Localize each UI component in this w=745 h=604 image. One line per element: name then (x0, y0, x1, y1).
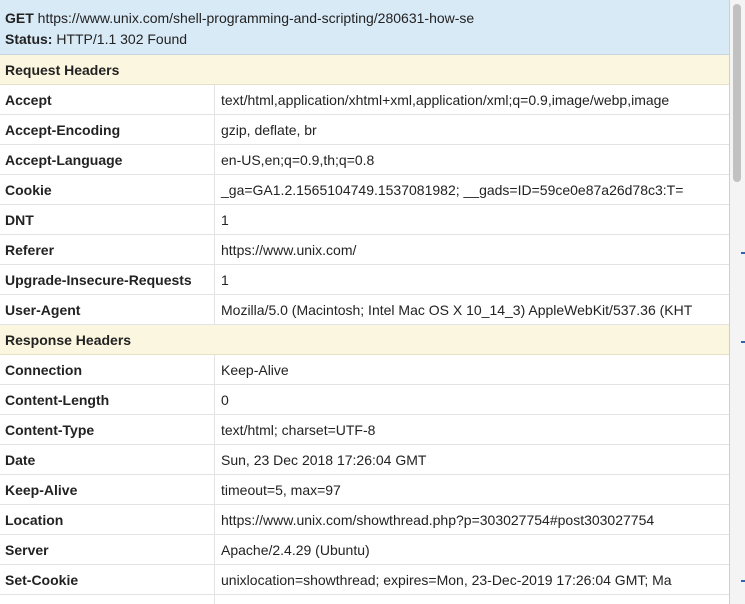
response-headers-table: Connection Keep-Alive Content-Length 0 Conte… (0, 355, 729, 595)
header-name: Content-Length (0, 385, 215, 414)
vertical-scrollbar[interactable] (730, 0, 745, 604)
header-value: 1 (221, 212, 229, 228)
header-name: Location (0, 505, 215, 534)
request-headers-section-title: Request Headers (0, 55, 729, 85)
table-row: Date Sun, 23 Dec 2018 17:26:04 GMT (0, 445, 729, 475)
table-row: Content-Type text/html; charset=UTF-8 (0, 415, 729, 445)
header-value: timeout=5, max=97 (221, 482, 341, 498)
status-label: Status: (5, 31, 53, 47)
header-value: https://www.unix.com/ (221, 242, 357, 258)
header-value: Sun, 23 Dec 2018 17:26:04 GMT (221, 452, 427, 468)
header-name: Keep-Alive (0, 475, 215, 504)
table-row: Server Apache/2.4.29 (Ubuntu) (0, 535, 729, 565)
header-value: text/html; charset=UTF-8 (221, 422, 376, 438)
header-value: 1 (221, 272, 229, 288)
table-row: Accept-Encoding gzip, deflate, br (0, 115, 729, 145)
header-name: User-Agent (0, 295, 215, 324)
header-name: Upgrade-Insecure-Requests (0, 265, 215, 294)
background-page-edge (741, 252, 745, 254)
header-name: Accept-Encoding (0, 115, 215, 144)
table-row: Accept-Language en-US,en;q=0.9,th;q=0.8 (0, 145, 729, 175)
table-row: DNT 1 (0, 205, 729, 235)
scrollbar-thumb[interactable] (733, 4, 741, 182)
header-name: Accept-Language (0, 145, 215, 174)
header-value (215, 595, 729, 604)
table-row: Content-Length 0 (0, 385, 729, 415)
status-line: Status: HTTP/1.1 302 Found (5, 29, 724, 50)
header-value: text/html,application/xhtml+xml,applicat… (221, 92, 670, 108)
http-headers-panel: GET https://www.unix.com/shell-programmi… (0, 0, 730, 604)
header-value: Apache/2.4.29 (Ubuntu) (221, 542, 370, 558)
table-row: Cookie _ga=GA1.2.1565104749.1537081982; _… (0, 175, 729, 205)
request-headers-table: Accept text/html,application/xhtml+xml,ap… (0, 85, 729, 325)
header-name: Set-Cookie (0, 565, 215, 594)
table-row: Connection Keep-Alive (0, 355, 729, 385)
response-headers-section-title: Response Headers (0, 325, 729, 355)
request-summary: GET https://www.unix.com/shell-programmi… (0, 0, 729, 55)
header-value: en-US,en;q=0.9,th;q=0.8 (221, 152, 375, 168)
background-page-edge (741, 580, 745, 582)
header-name: DNT (0, 205, 215, 234)
header-name: Referer (0, 235, 215, 264)
header-name: Cookie (0, 175, 215, 204)
table-row (0, 595, 729, 604)
table-row: Location https://www.unix.com/showthread.… (0, 505, 729, 535)
table-row: Accept text/html,application/xhtml+xml,ap… (0, 85, 729, 115)
table-row: Set-Cookie unixlocation=showthread; expir… (0, 565, 729, 595)
table-row: Referer https://www.unix.com/ (0, 235, 729, 265)
header-value: Mozilla/5.0 (Macintosh; Intel Mac OS X 1… (221, 302, 693, 318)
header-value: unixlocation=showthread; expires=Mon, 23… (221, 572, 672, 588)
header-name: Content-Type (0, 415, 215, 444)
header-value: Keep-Alive (221, 362, 289, 378)
request-method: GET (5, 10, 34, 26)
request-url[interactable]: https://www.unix.com/shell-programming-a… (38, 8, 475, 29)
header-name (0, 595, 215, 604)
table-row: Keep-Alive timeout=5, max=97 (0, 475, 729, 505)
header-name: Connection (0, 355, 215, 384)
header-value: 0 (221, 392, 229, 408)
header-name: Accept (0, 85, 215, 114)
header-name: Date (0, 445, 215, 474)
header-value: gzip, deflate, br (221, 122, 317, 138)
request-line: GET https://www.unix.com/shell-programmi… (5, 8, 724, 29)
table-row: User-Agent Mozilla/5.0 (Macintosh; Intel … (0, 295, 729, 325)
header-value: https://www.unix.com/showthread.php?p=30… (221, 512, 655, 528)
header-name: Server (0, 535, 215, 564)
table-row: Upgrade-Insecure-Requests 1 (0, 265, 729, 295)
background-page-edge (741, 341, 745, 343)
header-value: _ga=GA1.2.1565104749.1537081982; __gads=… (221, 182, 684, 198)
status-value: HTTP/1.1 302 Found (56, 31, 188, 47)
